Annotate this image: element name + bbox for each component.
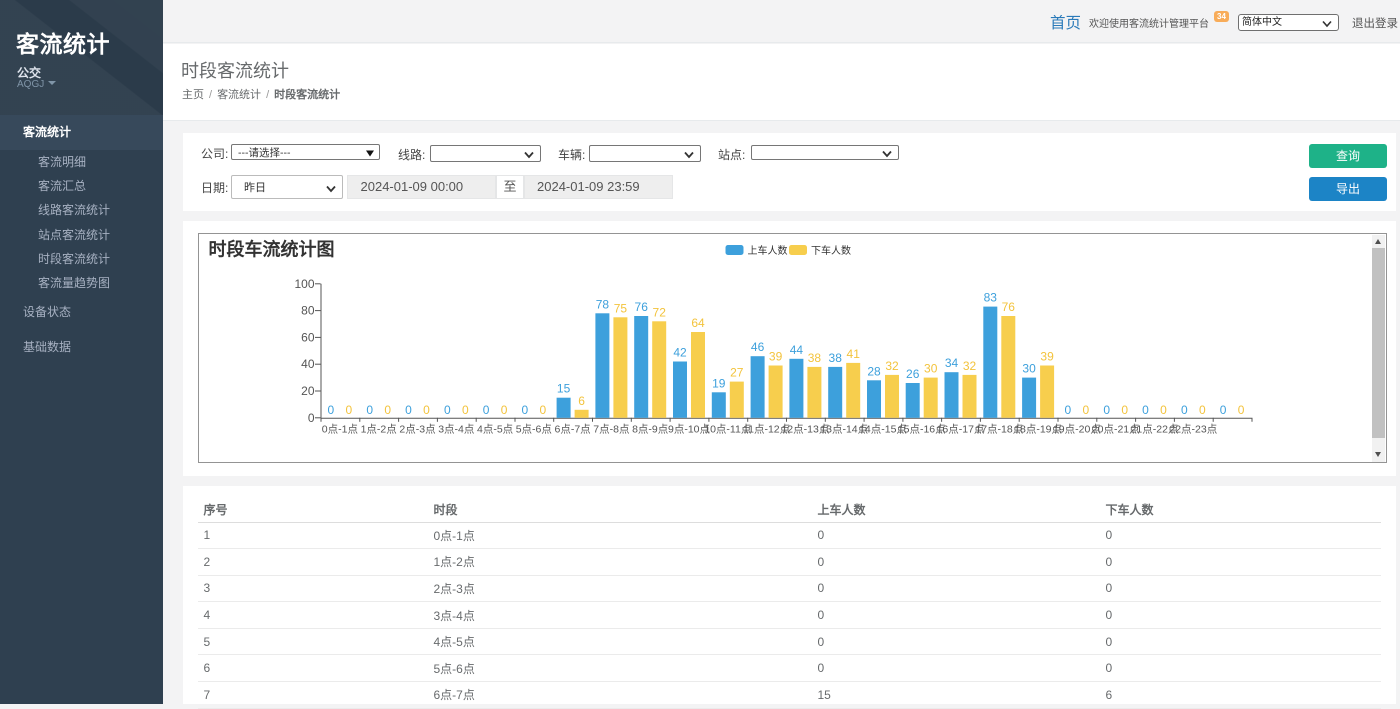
svg-text:75: 75 — [613, 301, 627, 315]
svg-text:26: 26 — [906, 367, 920, 381]
svg-text:0: 0 — [1237, 402, 1244, 416]
svg-text:0: 0 — [423, 402, 430, 416]
svg-text:28: 28 — [867, 364, 881, 378]
svg-text:0: 0 — [405, 402, 412, 416]
svg-text:0: 0 — [1219, 402, 1226, 416]
svg-text:39: 39 — [768, 349, 782, 363]
svg-text:100: 100 — [294, 276, 314, 290]
svg-text:30: 30 — [924, 361, 938, 375]
svg-text:0: 0 — [1082, 402, 1089, 416]
svg-text:32: 32 — [962, 358, 976, 372]
svg-text:0: 0 — [443, 402, 450, 416]
svg-text:4点-5点: 4点-5点 — [477, 423, 513, 435]
svg-text:19: 19 — [712, 376, 726, 390]
svg-text:0: 0 — [307, 410, 314, 424]
svg-text:0: 0 — [1198, 402, 1205, 416]
svg-text:0: 0 — [521, 402, 528, 416]
svg-text:0: 0 — [345, 402, 352, 416]
svg-text:7点-8点: 7点-8点 — [593, 423, 629, 435]
svg-text:20: 20 — [301, 384, 315, 398]
svg-text:80: 80 — [301, 303, 315, 317]
svg-text:5点-6点: 5点-6点 — [515, 423, 551, 435]
svg-text:0: 0 — [384, 402, 391, 416]
svg-text:76: 76 — [634, 300, 648, 314]
svg-text:0: 0 — [327, 402, 334, 416]
svg-text:0: 0 — [1121, 402, 1128, 416]
svg-text:1点-2点: 1点-2点 — [360, 423, 396, 435]
svg-text:上车人数: 上车人数 — [747, 244, 787, 257]
svg-text:78: 78 — [595, 297, 609, 311]
svg-text:27: 27 — [730, 365, 744, 379]
svg-text:30: 30 — [1022, 361, 1036, 375]
svg-text:0: 0 — [500, 402, 507, 416]
svg-text:60: 60 — [301, 330, 315, 344]
svg-text:34: 34 — [944, 356, 958, 370]
svg-text:2点-3点: 2点-3点 — [399, 423, 435, 435]
svg-text:38: 38 — [828, 350, 842, 364]
svg-text:15: 15 — [556, 381, 570, 395]
svg-text:0: 0 — [461, 402, 468, 416]
svg-text:0: 0 — [1180, 402, 1187, 416]
svg-text:76: 76 — [1001, 300, 1015, 314]
svg-text:72: 72 — [652, 305, 666, 319]
svg-text:0: 0 — [1103, 402, 1110, 416]
svg-text:44: 44 — [789, 342, 803, 356]
svg-text:0: 0 — [539, 402, 546, 416]
svg-text:0点-1点: 0点-1点 — [321, 423, 357, 435]
svg-text:0: 0 — [366, 402, 373, 416]
svg-text:42: 42 — [673, 345, 687, 359]
svg-text:6点-7点: 6点-7点 — [554, 423, 590, 435]
svg-text:0: 0 — [482, 402, 489, 416]
svg-text:下车人数: 下车人数 — [811, 244, 851, 257]
svg-text:64: 64 — [691, 316, 705, 330]
svg-text:83: 83 — [983, 290, 997, 304]
svg-text:41: 41 — [846, 346, 860, 360]
svg-text:32: 32 — [885, 358, 899, 372]
svg-text:0: 0 — [1064, 402, 1071, 416]
svg-text:46: 46 — [750, 340, 764, 354]
svg-text:22点-23点: 22点-23点 — [1169, 423, 1217, 435]
svg-text:38: 38 — [807, 350, 821, 364]
svg-text:39: 39 — [1040, 349, 1054, 363]
svg-text:时段车流统计图: 时段车流统计图 — [208, 238, 334, 259]
svg-text:0: 0 — [1160, 402, 1167, 416]
svg-text:0: 0 — [1142, 402, 1149, 416]
svg-text:3点-4点: 3点-4点 — [438, 423, 474, 435]
svg-text:6: 6 — [578, 393, 585, 407]
svg-text:40: 40 — [301, 357, 315, 371]
svg-text:8点-9点: 8点-9点 — [632, 423, 668, 435]
